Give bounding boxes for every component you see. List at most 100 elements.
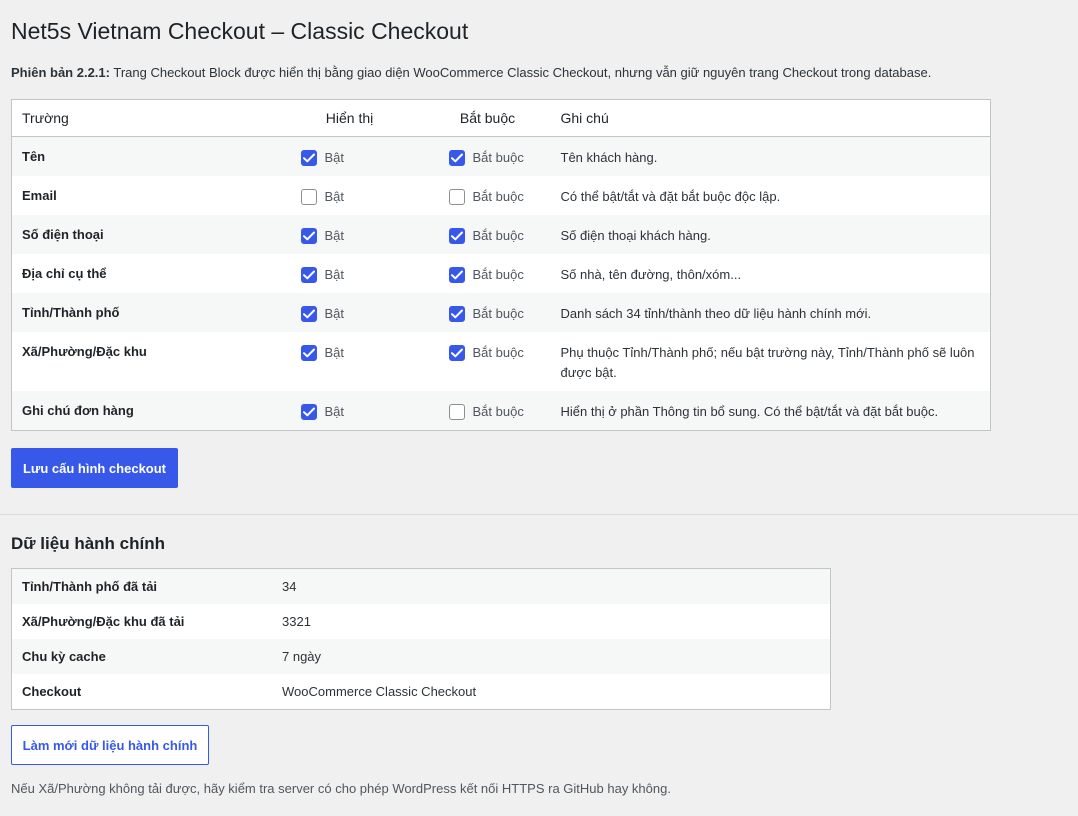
required-cell: Bắt buộc [425,332,551,391]
admin-data-table: Tỉnh/Thành phố đã tải 34 Xã/Phường/Đặc khu… [11,568,831,710]
field-label: Tỉnh/Thành phố [11,293,275,332]
checked-box-icon[interactable] [448,228,465,244]
checked-box-icon[interactable] [300,228,317,244]
req-checkbox-order-note[interactable]: Bắt buộc [448,403,551,420]
admin-data-heading: Dữ liệu hành chính [11,534,165,553]
show-checkbox-label: Bật [324,266,345,282]
field-note: Hiển thị ở phần Thông tin bổ sung. Có th… [550,391,991,431]
field-label: Email [22,188,57,203]
admin-data-key: Checkout [22,684,82,699]
field-row-name: Tên Bật Bắt buộc Tên khách hàng. [11,136,991,176]
field-note: Số nhà, tên đường, thôn/xóm... [560,267,742,282]
show-checkbox-label: Bật [324,403,345,419]
field-note: Danh sách 34 tỉnh/thành theo dữ liệu hàn… [550,293,991,332]
column-header-field: Trường [11,99,275,137]
admin-data-row: Chu kỳ cache 7 ngày [11,639,831,674]
admin-data-key: Chu kỳ cache [11,639,272,674]
show-checkbox-label: Bật [324,227,345,243]
field-note: Tên khách hàng. [550,136,991,176]
field-label: Ghi chú đơn hàng [11,391,275,431]
visible-cell: Bật [274,136,425,176]
show-checkbox-label: Bật [324,149,345,165]
checked-box-icon[interactable] [300,267,317,283]
field-row-province: Tỉnh/Thành phố Bật Bắt buộc Danh sách 34 tỉ… [11,293,991,332]
req-checkbox-label: Bắt buộc [472,227,524,243]
admin-data-key: Tỉnh/Thành phố đã tải [11,568,272,604]
visible-cell: Bật [275,254,425,293]
field-label: Địa chỉ cụ thể [22,266,107,281]
checkout-fields-table: Trường Hiển thị Bắt buộc Ghi chú Tên Bật B… [11,99,991,431]
required-cell: Bắt buộc [424,215,551,254]
field-label: Tên [11,136,275,176]
req-checkbox-name[interactable]: Bắt buộc [448,149,551,166]
checked-box-icon[interactable] [448,306,465,322]
req-checkbox-email[interactable]: Bắt buộc [448,188,551,205]
req-checkbox-phone[interactable]: Bắt buộc [448,227,551,244]
field-note: Phụ thuộc Tỉnh/Thành phố; nếu bật trường… [560,345,975,380]
show-checkbox-address[interactable]: Bật [300,266,425,283]
checked-box-icon[interactable] [300,150,317,166]
req-checkbox-label: Bắt buộc [472,305,524,321]
field-row-email: Email Bật Bắt buộc Có thể bật/tắt và đặt bắ… [12,176,991,215]
checkout-settings-page: Net5s Vietnam Checkout – Classic Checkou… [0,0,1078,816]
help-footnote: Nếu Xã/Phường không tải được, hãy kiểm t… [11,781,671,796]
field-row-address: Địa chỉ cụ thể Bật Bắt buộc Số nhà, tên đườ… [12,254,991,293]
unchecked-box-icon[interactable] [448,404,465,420]
admin-data-value: 7 ngày [272,639,831,674]
visible-cell: Bật [274,293,425,332]
show-checkbox-ward[interactable]: Bật [300,344,425,361]
column-header-note: Ghi chú [550,99,991,137]
req-checkbox-label: Bắt buộc [472,344,524,360]
checked-box-icon[interactable] [300,345,317,361]
checkout-fields-body: Tên Bật Bắt buộc Tên khách hàng. Email Bật Bắt… [11,136,991,431]
field-row-ward: Xã/Phường/Đặc khu Bật Bắt buộc Phụ thuộc Tỉ… [12,332,991,391]
unchecked-box-icon[interactable] [300,189,317,205]
visible-cell: Bật [274,215,425,254]
refresh-admin-data-button[interactable]: Làm mới dữ liệu hành chính [11,725,209,765]
req-checkbox-label: Bắt buộc [472,149,524,165]
req-checkbox-label: Bắt buộc [472,403,524,419]
required-cell: Bắt buộc [424,391,551,431]
checked-box-icon[interactable] [448,267,465,283]
version-label: Phiên bản 2.2.1: [11,65,110,80]
checked-box-icon[interactable] [448,345,465,361]
field-note: Số điện thoại khách hàng. [550,215,991,254]
column-header-visible: Hiển thị [274,99,425,137]
unchecked-box-icon[interactable] [448,189,465,205]
admin-data-row: Xã/Phường/Đặc khu đã tải 3321 [12,604,831,639]
required-cell: Bắt buộc [425,176,551,215]
req-checkbox-label: Bắt buộc [472,266,524,282]
required-cell: Bắt buộc [424,136,551,176]
req-checkbox-label: Bắt buộc [472,188,524,204]
version-notice: Phiên bản 2.2.1: Trang Checkout Block đư… [11,63,931,83]
visible-cell: Bật [274,391,425,431]
show-checkbox-province[interactable]: Bật [300,305,425,322]
field-label: Số điện thoại [11,215,275,254]
checked-box-icon[interactable] [300,404,317,420]
required-cell: Bắt buộc [424,293,551,332]
req-checkbox-province[interactable]: Bắt buộc [448,305,551,322]
page-title: Net5s Vietnam Checkout – Classic Checkou… [11,18,469,44]
admin-data-key: Xã/Phường/Đặc khu đã tải [22,614,185,629]
show-checkbox-label: Bật [324,305,345,321]
show-checkbox-order-note[interactable]: Bật [300,403,425,420]
admin-data-value: 34 [272,568,831,604]
section-divider [0,514,1078,515]
checked-box-icon[interactable] [448,150,465,166]
field-note: Có thể bật/tắt và đặt bắt buộc độc lập. [560,189,781,204]
required-cell: Bắt buộc [425,254,551,293]
show-checkbox-label: Bật [324,344,345,360]
admin-data-body: Tỉnh/Thành phố đã tải 34 Xã/Phường/Đặc khu… [11,568,831,710]
show-checkbox-name[interactable]: Bật [300,149,425,166]
show-checkbox-email[interactable]: Bật [300,188,425,205]
show-checkbox-phone[interactable]: Bật [300,227,425,244]
show-checkbox-label: Bật [324,188,345,204]
version-description: Trang Checkout Block được hiển thị bằng … [109,65,932,80]
checked-box-icon[interactable] [300,306,317,322]
table-header-row: Trường Hiển thị Bắt buộc Ghi chú [11,99,991,137]
save-checkout-button[interactable]: Lưu cấu hình checkout [11,448,178,488]
req-checkbox-ward[interactable]: Bắt buộc [448,344,551,361]
admin-data-value: WooCommerce Classic Checkout [282,684,477,699]
req-checkbox-address[interactable]: Bắt buộc [448,266,551,283]
admin-data-row: Checkout WooCommerce Classic Checkout [12,674,831,710]
